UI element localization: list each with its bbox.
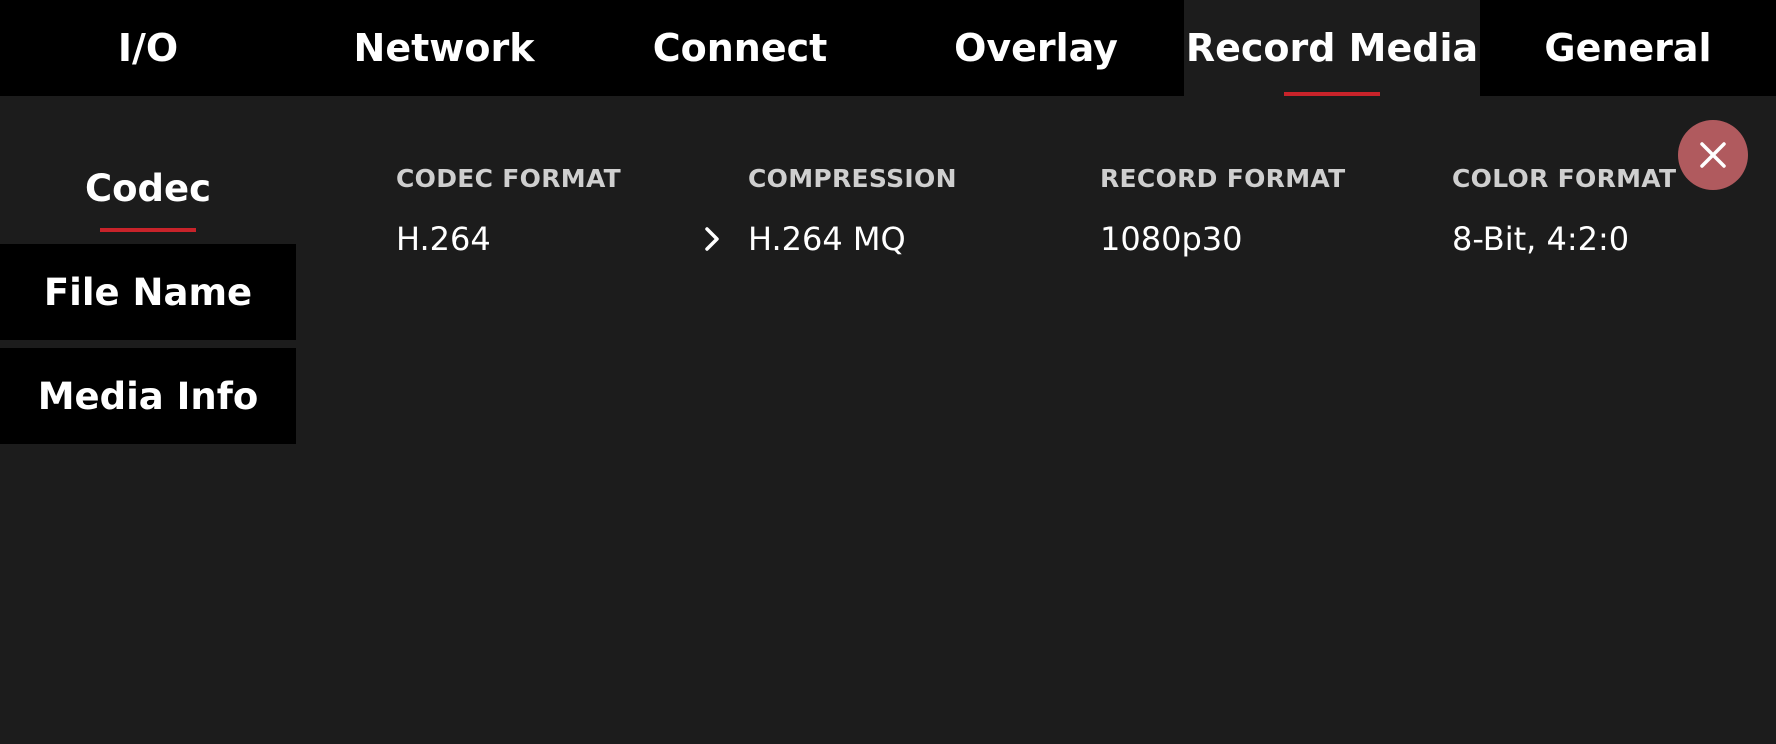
tab-label: Overlay	[954, 26, 1118, 70]
tab-general[interactable]: General	[1480, 0, 1776, 96]
active-tab-indicator	[1284, 92, 1380, 96]
compression-field: COMPRESSION H.264 MQ	[705, 162, 1100, 260]
field-label: CODEC FORMAT	[396, 164, 621, 193]
field-label: COMPRESSION	[748, 164, 957, 193]
tab-label: Connect	[652, 26, 828, 70]
codec-format-field: CODEC FORMAT H.264	[396, 162, 748, 260]
field-label: RECORD FORMAT	[1100, 164, 1346, 193]
active-sidebar-indicator	[100, 228, 196, 232]
top-tab-bar: I/O Network Connect Overlay Record Media…	[0, 0, 1776, 96]
tab-label: Network	[353, 26, 535, 70]
sidebar-item-label: File Name	[43, 270, 253, 314]
compression-value[interactable]: H.264 MQ	[748, 218, 1100, 260]
tab-label: General	[1544, 26, 1712, 70]
codec-format-value[interactable]: H.264	[396, 218, 748, 260]
close-icon	[1700, 142, 1726, 168]
tab-record-media[interactable]: Record Media	[1184, 0, 1480, 96]
chevron-right-icon[interactable]	[702, 222, 724, 256]
tab-label: I/O	[117, 26, 179, 70]
tab-io[interactable]: I/O	[0, 0, 296, 96]
sidebar-item-media-info[interactable]: Media Info	[0, 348, 296, 444]
record-format-field: RECORD FORMAT 1080p30	[1100, 162, 1452, 260]
close-button[interactable]	[1678, 120, 1748, 190]
tab-network[interactable]: Network	[296, 0, 592, 96]
sidebar: Codec File Name Media Info	[0, 140, 296, 452]
color-format-value[interactable]: 8-Bit, 4:2:0	[1452, 218, 1776, 260]
sidebar-item-label: Codec	[84, 166, 212, 210]
record-format-value[interactable]: 1080p30	[1100, 218, 1452, 260]
codec-settings: CODEC FORMAT H.264 COMPRESSION H.264 MQ …	[396, 162, 1776, 260]
sidebar-item-file-name[interactable]: File Name	[0, 244, 296, 340]
tab-overlay[interactable]: Overlay	[888, 0, 1184, 96]
tab-connect[interactable]: Connect	[592, 0, 888, 96]
sidebar-item-codec[interactable]: Codec	[0, 140, 296, 236]
sidebar-item-label: Media Info	[37, 374, 259, 418]
tab-label: Record Media	[1185, 26, 1479, 70]
